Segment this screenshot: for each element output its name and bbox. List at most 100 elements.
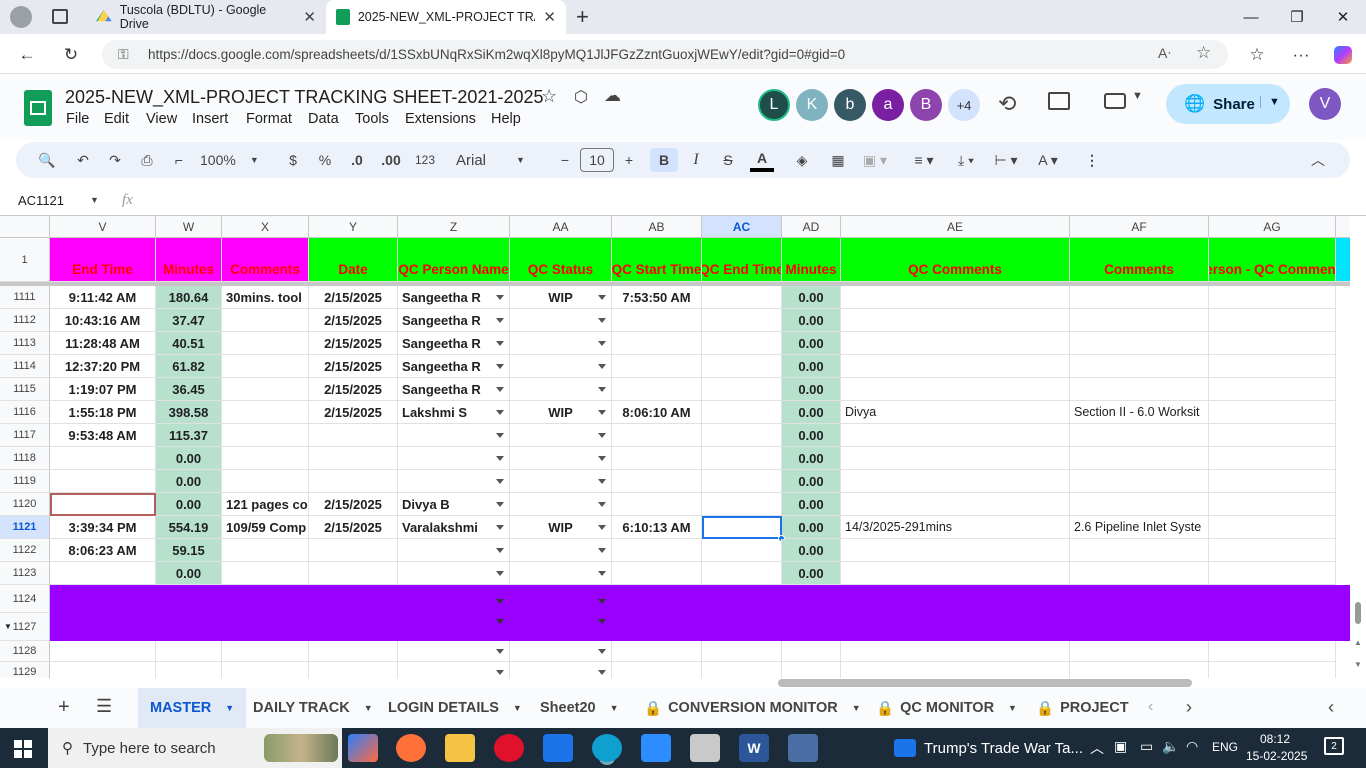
table-cell[interactable] (1209, 641, 1336, 662)
table-cell[interactable]: WIP (510, 516, 612, 539)
word-icon[interactable]: W (739, 734, 769, 762)
close-icon[interactable]: ✕ (303, 8, 316, 26)
align-vertical-icon[interactable]: ⤓ ▾ (950, 148, 982, 172)
table-cell[interactable]: Sangeetha R (398, 355, 510, 378)
table-cell[interactable] (1070, 493, 1209, 516)
menu-help[interactable]: Help (491, 111, 521, 127)
text-rotation-icon[interactable]: A ▾ (1032, 148, 1064, 172)
table-cell[interactable] (1209, 309, 1336, 332)
table-cell[interactable] (510, 355, 612, 378)
row-header[interactable]: 1124 (0, 585, 50, 613)
chevron-down-icon[interactable]: ▼ (90, 195, 99, 205)
chevron-down-icon[interactable] (496, 599, 504, 604)
table-cell[interactable] (1209, 424, 1336, 447)
file-explorer-icon[interactable] (445, 734, 475, 762)
table-cell[interactable] (841, 286, 1070, 309)
star-icon[interactable]: ☆ (541, 86, 557, 107)
table-cell[interactable]: 398.58 (156, 401, 222, 424)
table-cell[interactable] (612, 539, 702, 562)
favorites-icon[interactable]: ☆ (1242, 40, 1272, 69)
row-header[interactable]: 1111 (0, 286, 50, 309)
table-cell[interactable] (1070, 355, 1209, 378)
header-cell[interactable]: QC End Time (702, 238, 782, 282)
table-cell[interactable] (222, 401, 309, 424)
table-cell[interactable]: 37.47 (156, 309, 222, 332)
group-toggle-icon[interactable]: ▼ (4, 621, 14, 631)
table-cell[interactable] (222, 332, 309, 355)
table-cell[interactable] (702, 332, 782, 355)
table-cell[interactable]: Sangeetha R (398, 309, 510, 332)
header-cell[interactable]: Person - QC Comments (1209, 238, 1336, 282)
table-cell[interactable] (1070, 470, 1209, 493)
column-header[interactable]: AE (841, 216, 1070, 238)
table-cell[interactable] (612, 493, 702, 516)
header-cell[interactable]: Minutes (782, 238, 841, 282)
volume-icon[interactable]: 🔈 (1162, 738, 1179, 755)
table-cell[interactable] (50, 562, 156, 585)
chevron-down-icon[interactable] (598, 410, 606, 415)
table-cell[interactable] (702, 641, 782, 662)
column-header[interactable]: AA (510, 216, 612, 238)
table-cell[interactable] (398, 641, 510, 662)
table-cell[interactable] (398, 447, 510, 470)
table-cell[interactable] (1209, 539, 1336, 562)
row-header[interactable]: 1122 (0, 539, 50, 562)
horizontal-scrollbar[interactable] (0, 678, 1366, 688)
table-cell[interactable] (398, 470, 510, 493)
table-cell[interactable]: Sangeetha R (398, 378, 510, 401)
menu-extensions[interactable]: Extensions (405, 111, 476, 127)
reload-icon[interactable]: ↻ (56, 40, 86, 69)
table-cell[interactable] (1209, 493, 1336, 516)
table-cell[interactable]: 1:55:18 PM (50, 401, 156, 424)
table-cell[interactable] (702, 424, 782, 447)
table-cell[interactable] (510, 562, 612, 585)
table-cell[interactable]: 11:28:48 AM (50, 332, 156, 355)
history-icon[interactable]: ⟲ (998, 91, 1016, 117)
bold-button[interactable]: B (650, 148, 678, 172)
table-cell[interactable]: Varalakshmi (398, 516, 510, 539)
header-cell[interactable]: QC Comments (841, 238, 1070, 282)
table-cell[interactable]: 0.00 (782, 493, 841, 516)
table-cell[interactable]: Sangeetha R (398, 286, 510, 309)
table-cell[interactable] (612, 424, 702, 447)
table-cell[interactable]: 2/15/2025 (309, 516, 398, 539)
table-cell[interactable] (702, 539, 782, 562)
row-header[interactable]: 1129 (0, 662, 50, 678)
table-cell[interactable] (702, 470, 782, 493)
table-cell[interactable] (1070, 332, 1209, 355)
table-cell[interactable] (1209, 447, 1336, 470)
chevron-down-icon[interactable] (496, 670, 504, 675)
strikethrough-button[interactable]: S (716, 148, 740, 172)
table-cell[interactable] (222, 355, 309, 378)
table-cell[interactable]: Section II - 6.0 Worksit (1070, 401, 1209, 424)
table-cell[interactable] (702, 286, 782, 309)
column-header[interactable]: AF (1070, 216, 1209, 238)
table-cell[interactable] (782, 662, 841, 678)
table-cell[interactable] (1209, 286, 1336, 309)
firefox-icon[interactable] (396, 734, 426, 762)
table-cell[interactable] (50, 470, 156, 493)
favorite-icon[interactable]: ☆ (1196, 43, 1211, 63)
table-cell[interactable]: 61.82 (156, 355, 222, 378)
table-cell[interactable] (841, 424, 1070, 447)
column-header[interactable]: AD (782, 216, 841, 238)
percent-button[interactable]: % (314, 148, 336, 172)
restore-icon[interactable]: ❐ (1274, 0, 1320, 34)
table-cell[interactable]: 121 pages co (222, 493, 309, 516)
header-cell[interactable]: QC Person Name (398, 238, 510, 282)
table-cell[interactable] (702, 447, 782, 470)
table-cell[interactable] (398, 662, 510, 678)
table-cell[interactable]: 2/15/2025 (309, 378, 398, 401)
table-cell[interactable]: 0.00 (782, 355, 841, 378)
table-cell[interactable] (309, 641, 398, 662)
scrollbar-thumb[interactable] (1355, 602, 1361, 624)
table-cell[interactable] (841, 470, 1070, 493)
table-cell[interactable]: 0.00 (782, 401, 841, 424)
column-header[interactable]: Z (398, 216, 510, 238)
sheet-tab-sheet20[interactable]: Sheet20 ▼ (540, 688, 619, 728)
chevron-down-icon[interactable] (598, 548, 606, 553)
header-cell[interactable]: Minutes (156, 238, 222, 282)
table-cell[interactable] (222, 309, 309, 332)
avatar[interactable]: a (872, 89, 904, 121)
chevron-down-icon[interactable] (496, 548, 504, 553)
